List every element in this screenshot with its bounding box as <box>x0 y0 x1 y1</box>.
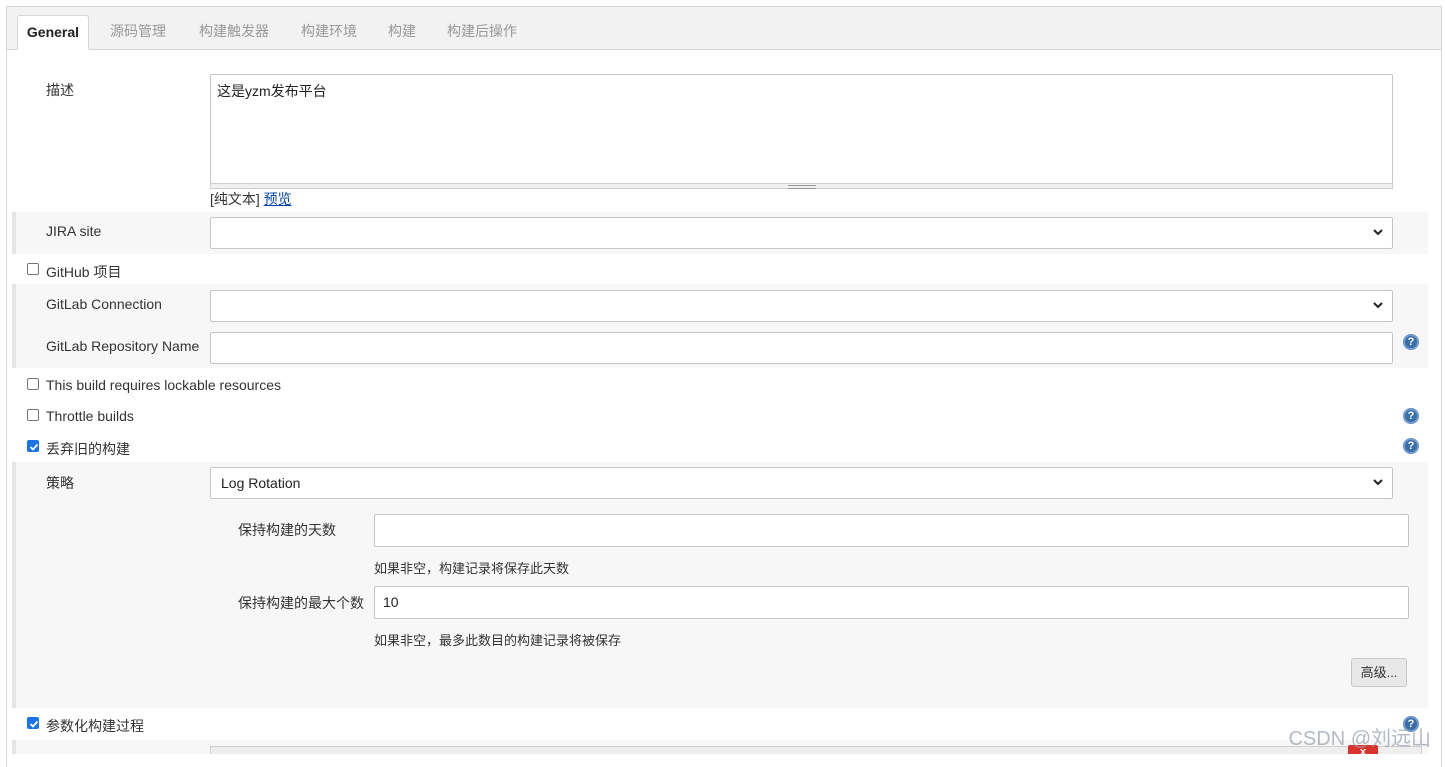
config-tab-bar: General 源码管理 构建触发器 构建环境 构建 构建后操作 <box>7 7 1441 50</box>
gitlab-repo-input[interactable] <box>210 332 1393 364</box>
jira-site-label: JIRA site <box>46 223 102 239</box>
advanced-button[interactable]: 高级... <box>1351 658 1407 687</box>
description-textarea[interactable]: 这是yzm发布平台 <box>210 74 1393 184</box>
jira-site-select[interactable] <box>210 217 1393 249</box>
tab-post-build[interactable]: 构建后操作 <box>437 15 527 48</box>
preview-link[interactable]: 预览 <box>264 191 292 207</box>
max-builds-hint: 如果非空，最多此数目的构建记录将被保存 <box>374 633 622 648</box>
tab-build[interactable]: 构建 <box>379 15 425 48</box>
gitlab-connection-select[interactable] <box>210 290 1393 322</box>
lockable-resources-checkbox[interactable] <box>27 378 39 390</box>
section-indent-bar <box>12 740 16 754</box>
max-builds-input[interactable]: 10 <box>374 586 1409 619</box>
throttle-builds-checkbox[interactable] <box>27 409 39 421</box>
strategy-label: 策略 <box>46 475 74 491</box>
lockable-resources-label: This build requires lockable resources <box>46 377 281 393</box>
discard-old-builds-checkbox[interactable] <box>27 440 39 452</box>
description-format-line: [纯文本] 预览 <box>210 189 292 209</box>
max-builds-label: 保持构建的最大个数 <box>238 595 364 611</box>
discard-old-builds-label: 丢弃旧的构建 <box>46 441 130 457</box>
strategy-value: Log Rotation <box>221 475 301 491</box>
section-indent-bar <box>12 462 16 708</box>
checkmark-icon <box>29 720 39 728</box>
days-to-keep-label: 保持构建的天数 <box>238 522 336 538</box>
checkmark-icon <box>29 443 39 451</box>
description-label: 描述 <box>46 82 74 98</box>
section-indent-bar <box>12 212 16 254</box>
csdn-watermark: CSDN @刘远山 <box>1288 728 1431 750</box>
textarea-resize-bar[interactable] <box>210 183 1393 189</box>
tab-build-triggers[interactable]: 构建触发器 <box>189 15 279 48</box>
chevron-down-icon <box>1373 229 1383 236</box>
help-icon[interactable]: ? <box>1403 334 1419 350</box>
chevron-down-icon <box>1373 302 1383 309</box>
parameterized-build-checkbox[interactable] <box>27 717 39 729</box>
tab-build-environment[interactable]: 构建环境 <box>291 15 367 48</box>
days-to-keep-hint: 如果非空，构建记录将保存此天数 <box>374 561 570 576</box>
strategy-select[interactable]: Log Rotation <box>210 467 1393 499</box>
format-prefix: [纯文本] <box>210 191 260 207</box>
section-indent-bar <box>12 284 16 368</box>
help-icon[interactable]: ? <box>1403 438 1419 454</box>
throttle-builds-label: Throttle builds <box>46 408 134 424</box>
github-project-label: GitHub 项目 <box>46 264 122 280</box>
help-icon[interactable]: ? <box>1403 408 1419 424</box>
tab-general[interactable]: General <box>17 15 89 50</box>
parameter-item <box>210 746 1422 754</box>
gitlab-repo-label: GitLab Repository Name <box>46 338 200 354</box>
resize-grip-icon <box>788 185 816 189</box>
parameterized-build-label: 参数化构建过程 <box>46 718 144 734</box>
chevron-down-icon <box>1373 479 1383 486</box>
days-to-keep-input[interactable] <box>374 514 1409 547</box>
tab-source-management[interactable]: 源码管理 <box>99 15 177 48</box>
gitlab-connection-label: GitLab Connection <box>46 296 162 312</box>
github-project-checkbox[interactable] <box>27 263 39 275</box>
